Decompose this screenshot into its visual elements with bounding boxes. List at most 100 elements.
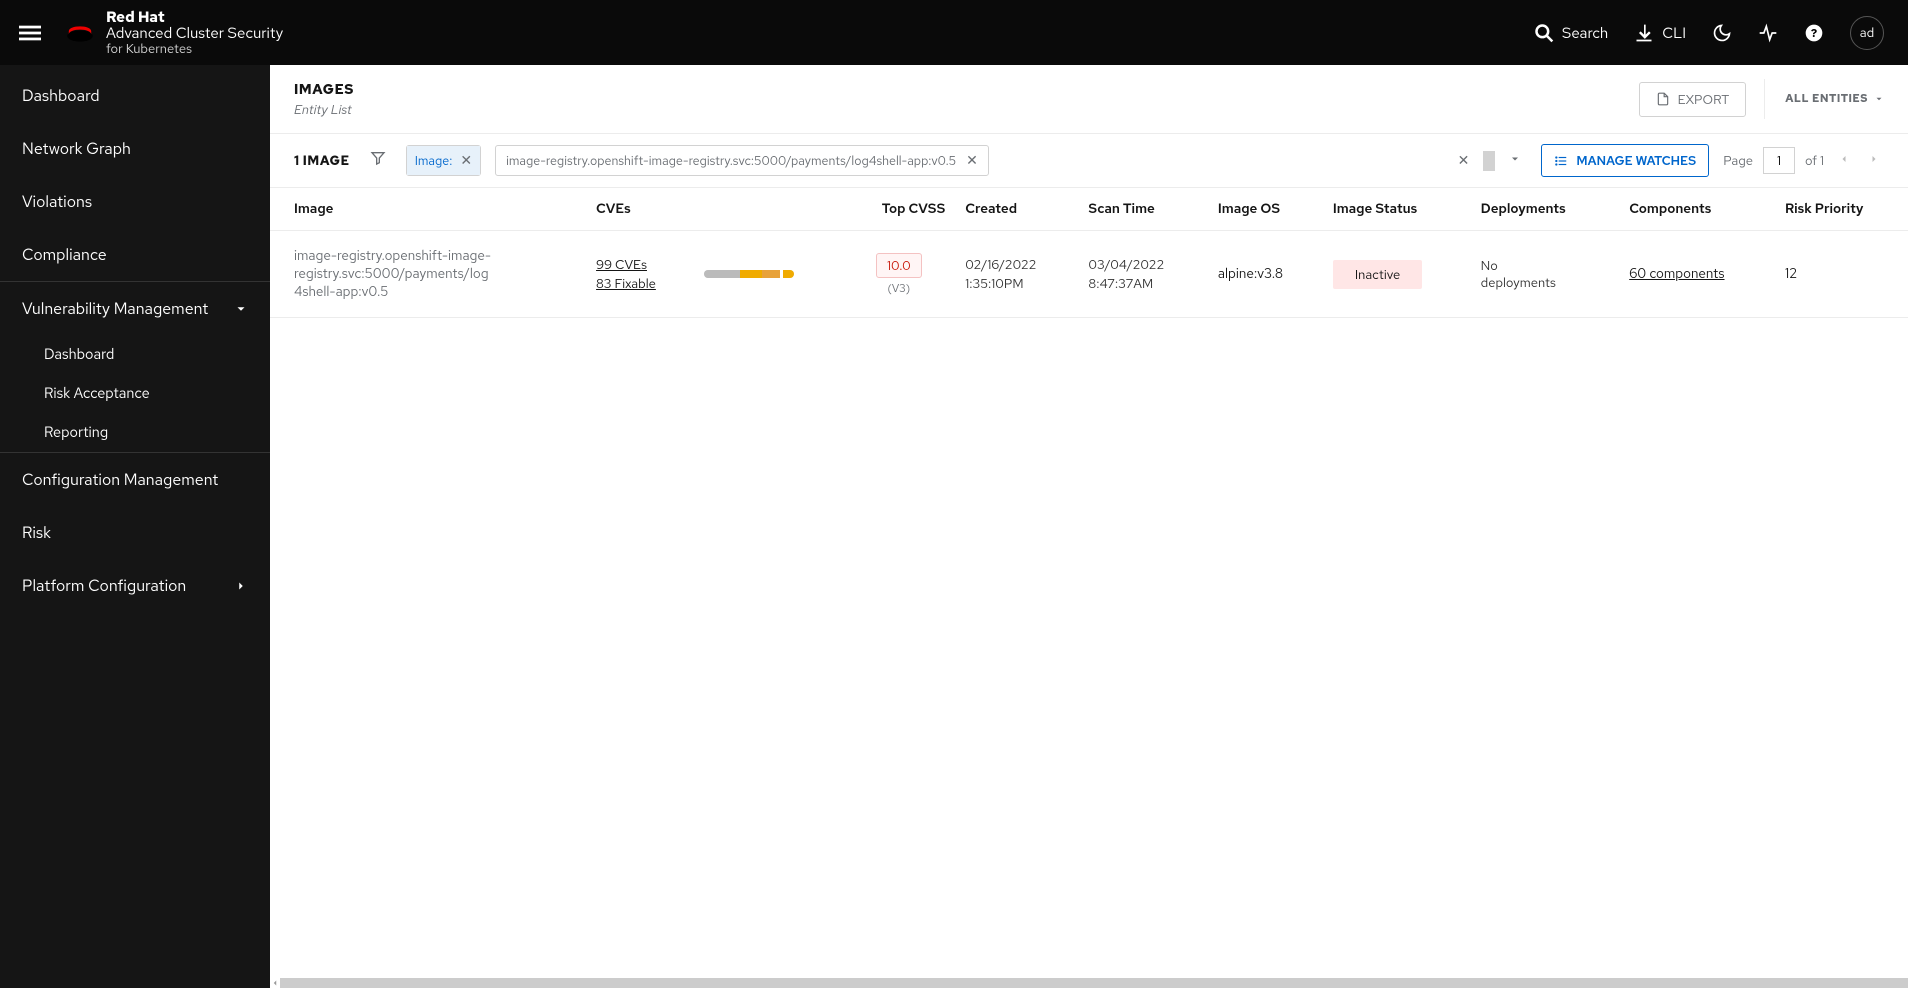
- sidebar-sub-dashboard[interactable]: Dashboard: [0, 335, 270, 374]
- page-prev-button[interactable]: [1834, 148, 1854, 173]
- user-avatar[interactable]: ad: [1850, 16, 1884, 50]
- cve-count-link[interactable]: 99 CVEs: [596, 256, 684, 273]
- created-date: 02/16/2022: [965, 256, 1068, 273]
- clear-search-button[interactable]: ✕: [1452, 148, 1476, 174]
- sidebar-item-label: Configuration Management: [22, 469, 218, 490]
- col-deployments[interactable]: Deployments: [1471, 188, 1620, 231]
- cell-os: alpine:v3.8: [1218, 265, 1283, 283]
- created-time: 1:35:10PM: [965, 275, 1068, 292]
- col-created[interactable]: Created: [955, 188, 1078, 231]
- sidebar-item-label: Network Graph: [22, 138, 131, 159]
- sidebar-sub-risk-acceptance[interactable]: Risk Acceptance: [0, 374, 270, 413]
- search-icon: [1534, 23, 1554, 43]
- result-count: 1 IMAGE: [294, 152, 350, 169]
- page-next-button[interactable]: [1864, 148, 1884, 173]
- chip-key-remove-button[interactable]: ✕: [460, 154, 472, 168]
- export-button[interactable]: EXPORT: [1639, 82, 1747, 117]
- scroll-left-icon: [270, 978, 280, 988]
- cvss-version: (V3): [888, 282, 911, 296]
- document-icon: [1656, 92, 1670, 106]
- sidebar: Dashboard Network Graph Violations Compl…: [0, 65, 270, 988]
- moon-icon: [1712, 23, 1732, 43]
- page-subtitle: Entity List: [294, 101, 354, 118]
- col-risk[interactable]: Risk Priority: [1775, 188, 1908, 231]
- entities-label: ALL ENTITIES: [1785, 92, 1868, 106]
- cli-button[interactable]: CLI: [1634, 23, 1686, 43]
- page-label: Page: [1723, 152, 1753, 169]
- page-input[interactable]: [1763, 147, 1795, 174]
- theme-toggle-button[interactable]: [1712, 23, 1732, 43]
- activity-button[interactable]: [1758, 23, 1778, 43]
- sidebar-item-violations[interactable]: Violations: [0, 175, 270, 228]
- sidebar-item-network-graph[interactable]: Network Graph: [0, 122, 270, 175]
- col-cves[interactable]: CVEs: [586, 188, 694, 231]
- severity-bar: [704, 270, 794, 278]
- page-of-label: of 1: [1805, 152, 1824, 169]
- sidebar-item-risk[interactable]: Risk: [0, 506, 270, 559]
- chevron-left-icon: [1838, 153, 1850, 165]
- redhat-logo-icon: [64, 20, 96, 44]
- status-badge: Inactive: [1333, 260, 1422, 289]
- sidebar-item-label: Compliance: [22, 244, 107, 265]
- menu-toggle-button[interactable]: [0, 22, 60, 44]
- filter-chip-key: Image: ✕: [406, 145, 481, 176]
- col-components[interactable]: Components: [1619, 188, 1775, 231]
- table-row[interactable]: image-registry.openshift-image-registry.…: [270, 231, 1908, 318]
- help-icon: ?: [1804, 23, 1824, 43]
- brand-line3: for Kubernetes: [106, 42, 283, 56]
- brand: Red Hat Advanced Cluster Security for Ku…: [64, 9, 283, 56]
- sidebar-item-compliance[interactable]: Compliance: [0, 228, 270, 281]
- download-icon: [1634, 23, 1654, 43]
- sidebar-item-config-mgmt[interactable]: Configuration Management: [0, 453, 270, 506]
- manage-watches-label: MANAGE WATCHES: [1576, 152, 1696, 169]
- filter-bar: 1 IMAGE Image: ✕ image-registry.openshif…: [270, 134, 1908, 188]
- components-link[interactable]: 60 components: [1629, 265, 1724, 283]
- sidebar-item-label: Dashboard: [22, 85, 100, 106]
- sidebar-item-platform-config[interactable]: Platform Configuration: [0, 559, 270, 612]
- filter-icon: [370, 150, 386, 166]
- main-content: IMAGES Entity List EXPORT ALL ENTITIES 1…: [270, 65, 1908, 988]
- export-label: EXPORT: [1678, 91, 1730, 108]
- search-dropdown-button[interactable]: [1503, 148, 1527, 174]
- col-status[interactable]: Image Status: [1323, 188, 1471, 231]
- search-button[interactable]: Search: [1534, 23, 1608, 43]
- svg-text:?: ?: [1811, 25, 1817, 41]
- col-cvss[interactable]: Top CVSS: [842, 188, 955, 231]
- chevron-right-icon: [234, 579, 248, 593]
- cve-fixable-link[interactable]: 83 Fixable: [596, 275, 684, 292]
- list-icon: [1554, 154, 1568, 168]
- sidebar-item-label: Platform Configuration: [22, 575, 186, 596]
- filter-chip-value: image-registry.openshift-image-registry.…: [495, 145, 989, 176]
- table-header-row: Image CVEs Top CVSS Created Scan Time Im…: [270, 188, 1908, 231]
- filter-button[interactable]: [364, 144, 392, 177]
- sidebar-item-dashboard[interactable]: Dashboard: [0, 69, 270, 122]
- help-button[interactable]: ?: [1804, 23, 1824, 43]
- cell-deployments: No deployments: [1481, 257, 1571, 291]
- divider: [1483, 151, 1495, 171]
- chevron-down-icon: [234, 302, 248, 316]
- cell-image-name: image-registry.openshift-image-registry.…: [294, 247, 494, 301]
- all-entities-dropdown[interactable]: ALL ENTITIES: [1764, 79, 1884, 119]
- sidebar-item-label: Risk: [22, 522, 51, 543]
- col-os[interactable]: Image OS: [1208, 188, 1323, 231]
- horizontal-scrollbar[interactable]: [270, 978, 1908, 988]
- chip-value-remove-button[interactable]: ✕: [966, 154, 978, 168]
- col-image[interactable]: Image: [270, 188, 586, 231]
- top-bar: Red Hat Advanced Cluster Security for Ku…: [0, 0, 1908, 65]
- chevron-down-icon: [1509, 153, 1521, 165]
- sidebar-sub-reporting[interactable]: Reporting: [0, 413, 270, 452]
- sidebar-item-label: Violations: [22, 191, 92, 212]
- chevron-right-icon: [1868, 153, 1880, 165]
- col-scan[interactable]: Scan Time: [1078, 188, 1207, 231]
- sidebar-item-label: Vulnerability Management: [22, 298, 208, 319]
- sidebar-item-label: Reporting: [44, 423, 108, 442]
- sidebar-group-vuln-mgmt[interactable]: Vulnerability Management: [0, 282, 270, 335]
- search-label: Search: [1562, 23, 1608, 43]
- cvss-score-badge: 10.0: [876, 253, 922, 278]
- pagination: Page of 1: [1723, 147, 1884, 174]
- sidebar-item-label: Dashboard: [44, 345, 114, 364]
- manage-watches-button[interactable]: MANAGE WATCHES: [1541, 144, 1709, 177]
- hamburger-icon: [19, 22, 41, 44]
- top-actions: Search CLI ? ad: [1534, 16, 1884, 50]
- cell-risk-priority: 12: [1785, 265, 1797, 283]
